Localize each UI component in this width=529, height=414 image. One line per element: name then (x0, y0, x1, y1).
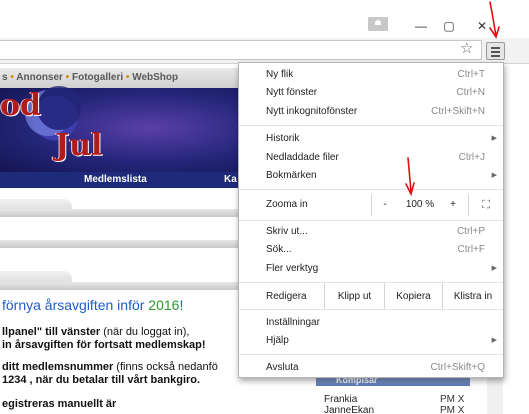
annotation-arrow-menu (489, 1, 500, 39)
annotation-overlay (405, 1, 500, 197)
annotation-arrow-zoom (405, 157, 415, 197)
